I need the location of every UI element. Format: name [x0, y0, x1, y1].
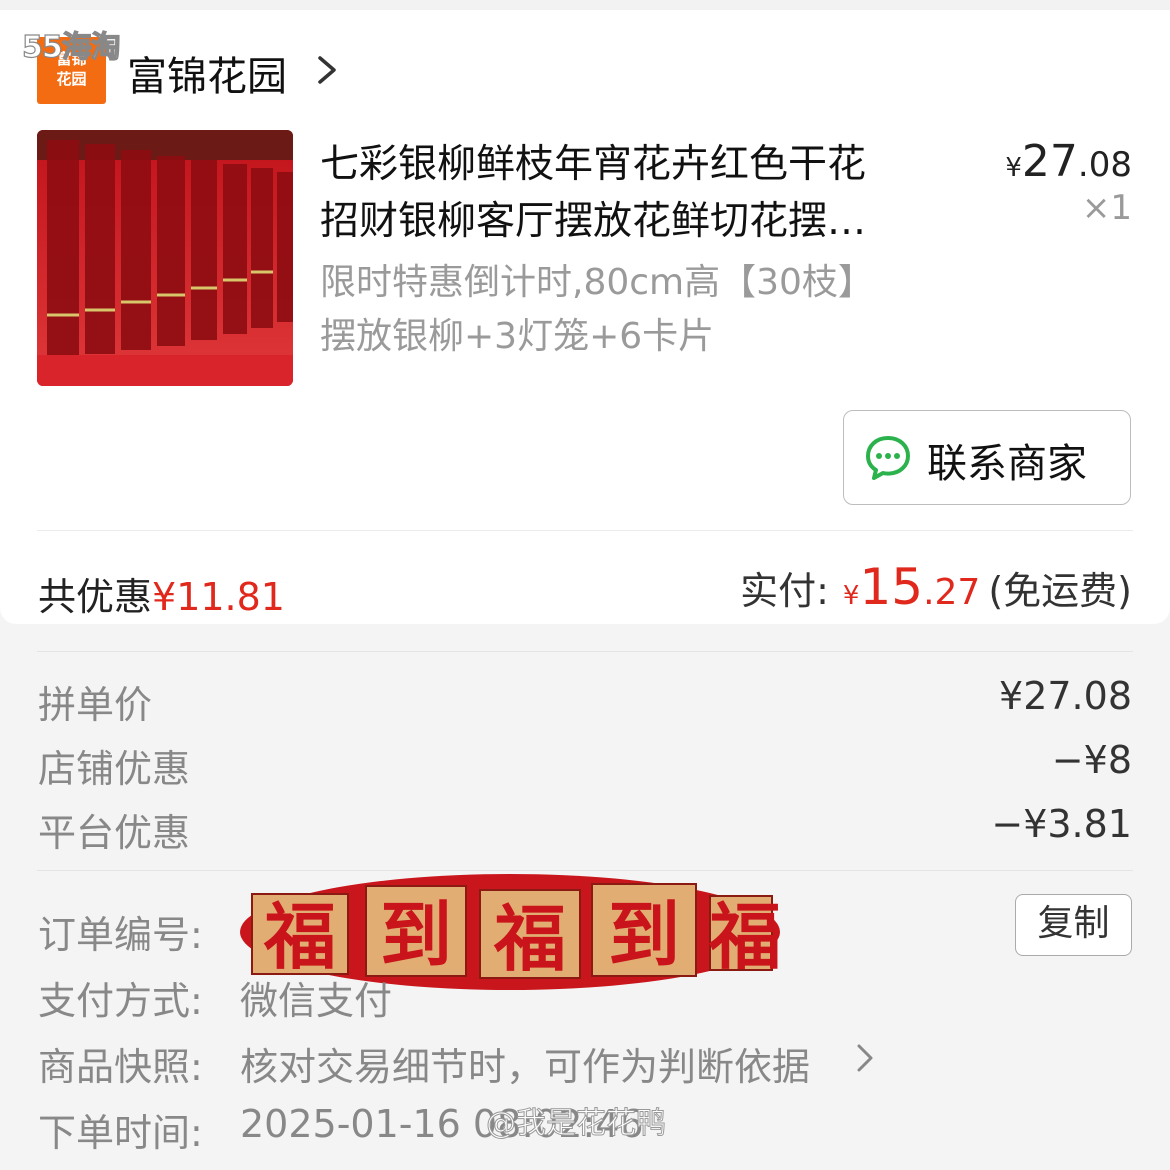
actual-paid-yen: ¥ — [842, 581, 860, 611]
actual-paid-dec: .27 — [923, 572, 981, 613]
pussy-willow-image — [37, 130, 293, 386]
breakdown-label-platform-discount: 平台优惠 — [38, 811, 191, 855]
price-int: 27 — [1021, 136, 1078, 187]
store-header[interactable]: 富锦 花园 富锦花园 — [0, 0, 1170, 128]
store-logo-line2: 花园 — [56, 70, 87, 88]
shipping-note: (免运费) — [988, 569, 1132, 613]
breakdown-value-platform-discount: −¥3.81 — [991, 802, 1132, 846]
payment-method-value: 微信支付 — [240, 979, 393, 1023]
price-yen: ¥ — [1005, 153, 1022, 183]
total-discount: 共优惠¥11.81 — [38, 566, 285, 621]
breakdown-value-group-price: ¥27.08 — [999, 674, 1132, 718]
chevron-right-icon[interactable] — [852, 1040, 878, 1076]
chat-bubble-icon — [866, 436, 910, 480]
watermark-user: @我是花花鸭 — [486, 1106, 667, 1142]
order-number-label: 订单编号: — [38, 913, 203, 957]
actual-paid-int: 15 — [859, 558, 924, 616]
snapshot-label: 商品快照: — [38, 1045, 203, 1089]
copy-button[interactable]: 复制 — [1015, 894, 1132, 956]
divider — [37, 651, 1133, 652]
top-strip — [0, 0, 1170, 10]
actual-paid-label: 实付: — [740, 569, 829, 613]
order-time-label: 下单时间: — [38, 1111, 203, 1155]
snapshot-value[interactable]: 核对交易细节时，可作为判断依据 — [240, 1036, 810, 1091]
product-thumbnail[interactable] — [37, 130, 293, 386]
actual-paid: 实付: ¥15.27 (免运费) — [740, 558, 1132, 616]
divider — [37, 870, 1133, 871]
price-dec: .08 — [1077, 145, 1132, 185]
product-quantity: ×1 — [1081, 188, 1132, 228]
breakdown-value-store-discount: −¥8 — [1051, 738, 1132, 782]
breakdown-label-group-price: 拼单价 — [38, 683, 153, 727]
chevron-right-icon[interactable] — [312, 50, 342, 90]
breakdown-label-store-discount: 店铺优惠 — [38, 747, 191, 791]
total-discount-amount: ¥11.81 — [152, 575, 285, 619]
product-card[interactable]: 七彩银柳鲜枝年宵花卉红色干花 招财银柳客厅摆放花鲜切花摆… ¥27.08 ×1 … — [0, 128, 1170, 624]
contact-merchant-button[interactable]: 联系商家 — [843, 410, 1131, 505]
product-title[interactable]: 七彩银柳鲜枝年宵花卉红色干花 招财银柳客厅摆放花鲜切花摆… — [320, 136, 940, 250]
total-discount-label: 共优惠 — [38, 575, 153, 619]
divider — [37, 530, 1133, 531]
product-price: ¥27.08 — [1005, 136, 1132, 187]
product-spec: 限时特惠倒计时,80cm高【30枝】 摆放银柳+3灯笼+6卡片 — [320, 262, 874, 357]
payment-method-label: 支付方式: — [38, 979, 203, 1023]
store-name[interactable]: 富锦花园 — [127, 44, 287, 102]
contact-merchant-label: 联系商家 — [927, 441, 1087, 487]
watermark-55haitao: 55海淘 — [21, 29, 121, 65]
